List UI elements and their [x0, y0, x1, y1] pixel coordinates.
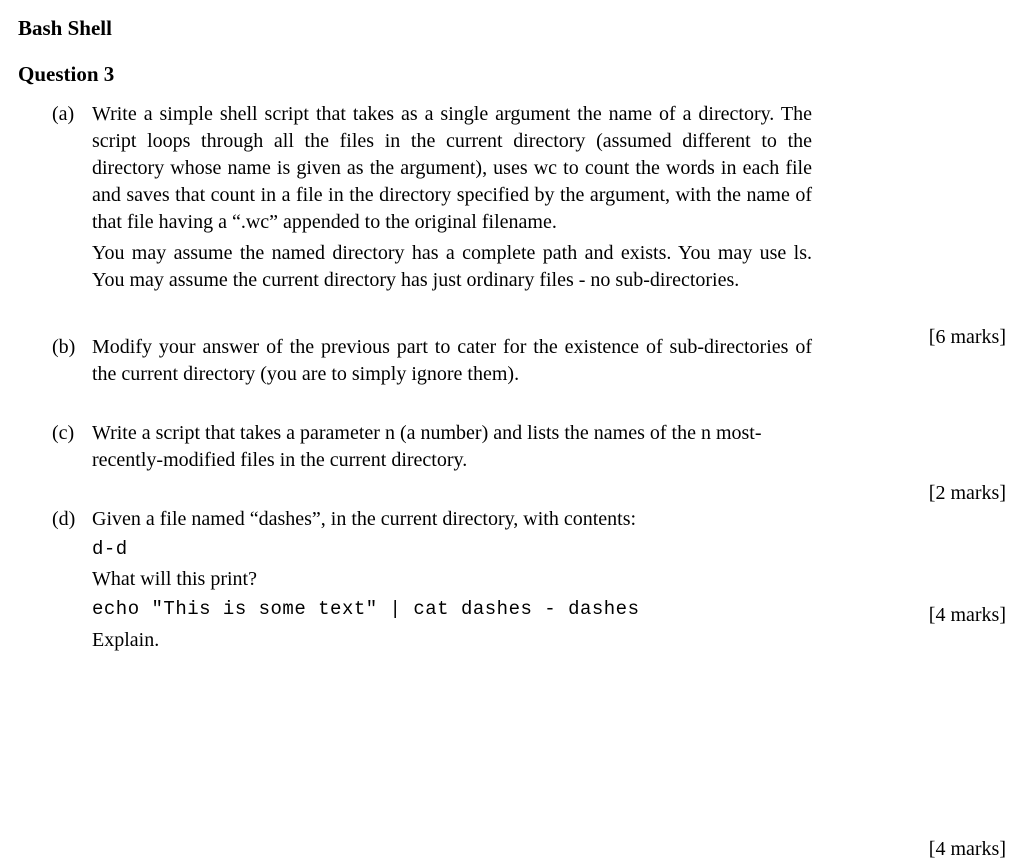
part-c-p1: Write a script that takes a parameter n … [92, 420, 812, 474]
part-d-code2: echo "This is some text" | cat dashes - … [92, 597, 812, 623]
question-title: Question 3 [18, 60, 1006, 88]
part-d-marks: [4 marks] [929, 836, 1006, 863]
part-a: (a) Write a simple shell script that tak… [52, 101, 812, 298]
part-body: Write a script that takes a parameter n … [92, 420, 812, 478]
part-d-code1: d-d [92, 537, 812, 563]
section-title: Bash Shell [18, 14, 1006, 42]
part-label: (d) [52, 506, 92, 658]
part-a-marks: [6 marks] [929, 324, 1006, 351]
part-a-p1: Write a simple shell script that takes a… [92, 101, 812, 236]
part-b-marks: [2 marks] [929, 480, 1006, 507]
part-b-p1: Modify your answer of the previous part … [92, 334, 812, 388]
part-c: (c) Write a script that takes a paramete… [52, 420, 812, 478]
part-body: Modify your answer of the previous part … [92, 334, 812, 392]
part-label: (b) [52, 334, 92, 392]
part-label: (c) [52, 420, 92, 478]
part-d-p1: Given a file named “dashes”, in the curr… [92, 506, 812, 533]
part-b: (b) Modify your answer of the previous p… [52, 334, 812, 392]
part-d-p2: What will this print? [92, 566, 812, 593]
part-d: (d) Given a file named “dashes”, in the … [52, 506, 812, 658]
part-body: Given a file named “dashes”, in the curr… [92, 506, 812, 658]
part-label: (a) [52, 101, 92, 298]
exam-question-container: Bash Shell Question 3 (a) Write a simple… [18, 14, 1006, 658]
part-d-p3: Explain. [92, 627, 812, 654]
part-c-marks: [4 marks] [929, 602, 1006, 629]
part-a-p2: You may assume the named directory has a… [92, 240, 812, 294]
parts-list: (a) Write a simple shell script that tak… [52, 101, 1006, 658]
part-body: Write a simple shell script that takes a… [92, 101, 812, 298]
